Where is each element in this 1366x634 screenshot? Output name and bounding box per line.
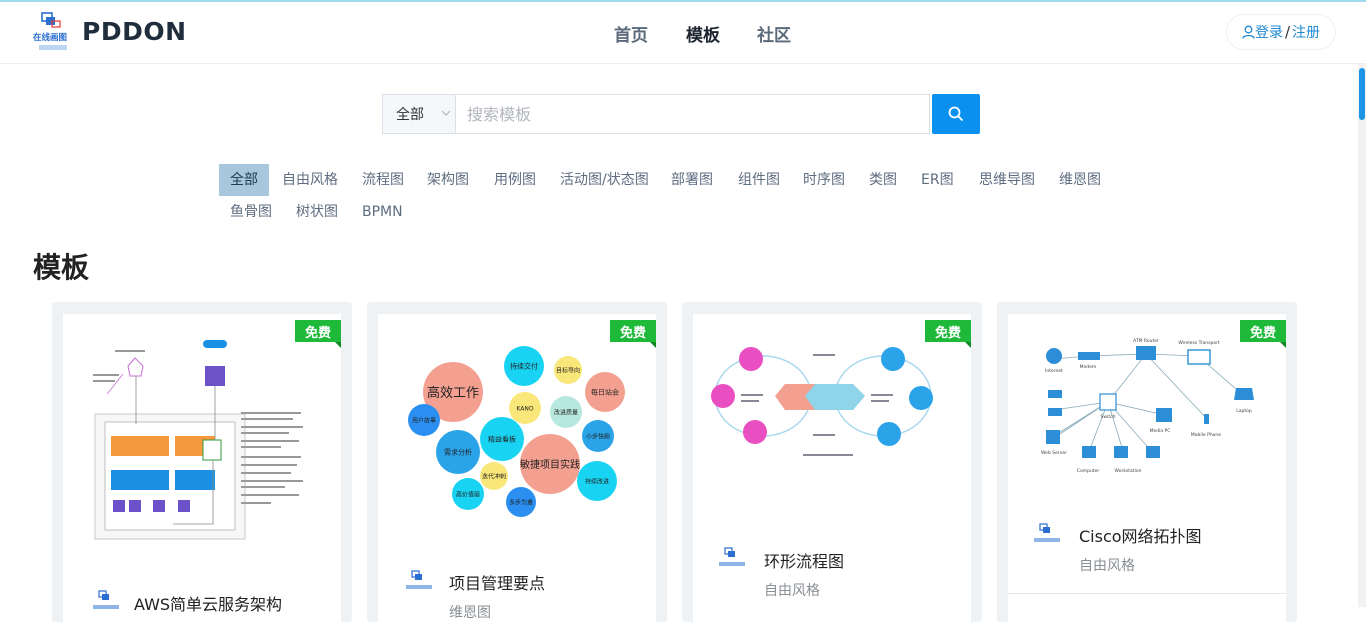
search-input[interactable] xyxy=(455,94,930,134)
template-card-body: 高效工作 持续交付 目标导向每日站会 KANO 改进质量用户故事精益看板敏捷项目实践 小步… xyxy=(378,314,656,634)
bubble-label: KANO xyxy=(516,405,533,412)
template-card-body: 免费 环形流程图 自由风格 xyxy=(693,314,971,634)
network-node-label: ATM Router xyxy=(1133,338,1159,344)
bubble-label: 持续交付 xyxy=(510,362,538,371)
category-usecase[interactable]: 用例图 xyxy=(494,164,536,196)
template-author-icon xyxy=(93,590,119,609)
template-card[interactable]: 高效工作 持续交付 目标导向每日站会 KANO 改进质量用户故事精益看板敏捷项目实践 小步… xyxy=(367,302,667,634)
free-badge: 免费 xyxy=(925,320,971,348)
site-logo[interactable]: 在线画图 xyxy=(32,12,72,54)
bubble-label: 精益看板 xyxy=(488,435,516,444)
category-er[interactable]: ER图 xyxy=(921,164,954,196)
user-icon xyxy=(1242,25,1255,39)
nav-templates[interactable]: 模板 xyxy=(686,21,720,46)
network-node-label: Mobile Phone xyxy=(1191,432,1221,438)
template-category: 维恩图 xyxy=(449,605,491,621)
bubble-label: 每日站会 xyxy=(591,388,619,397)
network-node-label: Computer xyxy=(1077,468,1100,474)
auth-box: 登录 / 注册 xyxy=(1226,14,1336,50)
category-deployment[interactable]: 部署图 xyxy=(671,164,713,196)
search-scope-value: 全部 xyxy=(396,107,424,123)
nav-home[interactable]: 首页 xyxy=(614,21,648,46)
network-node-label: Workstation xyxy=(1115,468,1142,474)
template-card-body: Internet Modem ATM Router Wireless Transpor… xyxy=(1008,314,1286,634)
bubble-label: 需求分析 xyxy=(444,448,472,457)
category-freestyle[interactable]: 自由风格 xyxy=(282,164,338,196)
template-thumbnail: 高效工作 持续交付 目标导向每日站会 KANO 改进质量用户故事精益看板敏捷项目实践 小步… xyxy=(378,314,656,544)
free-badge: 免费 xyxy=(610,320,656,348)
search-button[interactable] xyxy=(932,94,980,134)
search-scope-select[interactable]: 全部 xyxy=(382,94,456,134)
template-thumbnail xyxy=(693,314,971,519)
category-tree[interactable]: 树状图 xyxy=(296,196,338,228)
scrollbar-thumb[interactable] xyxy=(1359,68,1365,120)
top-header: 在线画图 PDDON 首页 模板 社区 登录 / 注册 xyxy=(0,2,1366,64)
template-card[interactable]: 免费 AWS简单云服务架构 xyxy=(52,302,352,634)
template-author-icon xyxy=(406,570,432,589)
auth-separator: / xyxy=(1284,23,1291,41)
login-link[interactable]: 登录 xyxy=(1255,22,1283,42)
category-all[interactable]: 全部 xyxy=(219,164,269,196)
network-node-label: Wireless Transport xyxy=(1178,340,1220,346)
category-component[interactable]: 组件图 xyxy=(738,164,780,196)
template-title[interactable]: 环形流程图 xyxy=(764,548,844,572)
template-title[interactable]: Cisco网络拓扑图 xyxy=(1079,523,1202,547)
template-author-icon xyxy=(1034,523,1060,542)
brand-name[interactable]: PDDON xyxy=(82,17,187,46)
bubble-label: 多步为重 xyxy=(509,498,533,506)
bubble-label: 用户故事 xyxy=(412,416,436,424)
category-sequence[interactable]: 时序图 xyxy=(803,164,845,196)
logo-text: 在线画图 xyxy=(33,32,67,43)
network-node-label: Modem xyxy=(1080,364,1097,370)
category-fishbone[interactable]: 鱼骨图 xyxy=(230,196,272,228)
category-mindmap[interactable]: 思维导图 xyxy=(979,164,1035,196)
template-title[interactable]: 项目管理要点 xyxy=(449,570,545,594)
category-flowchart[interactable]: 流程图 xyxy=(362,164,404,196)
bubble-label: 持续改进 xyxy=(585,477,609,485)
network-node-label: Web Server xyxy=(1041,450,1067,456)
template-author-icon xyxy=(719,547,745,566)
search-icon xyxy=(948,106,964,122)
bubble-label: 敏捷项目实践 xyxy=(520,458,580,471)
category-bpmn[interactable]: BPMN xyxy=(362,196,403,228)
section-title: 模板 xyxy=(33,251,90,284)
bubble-label: 高价值驱 xyxy=(456,490,480,498)
template-card-body: 免费 AWS简单云服务架构 xyxy=(63,314,341,634)
template-card[interactable]: Internet Modem ATM Router Wireless Transpor… xyxy=(997,302,1297,634)
free-badge: 免费 xyxy=(295,320,341,348)
category-architecture[interactable]: 架构图 xyxy=(427,164,469,196)
bubble-label: 迭代冲刺 xyxy=(482,472,506,480)
category-venn[interactable]: 维恩图 xyxy=(1059,164,1101,196)
bubble-label: 小步快跑 xyxy=(586,432,610,440)
network-node-label: Switch xyxy=(1101,414,1116,420)
network-node-label: Media PC xyxy=(1150,428,1171,434)
bubble-label: 改进质量 xyxy=(554,408,578,416)
nav-community[interactable]: 社区 xyxy=(757,21,791,46)
register-link[interactable]: 注册 xyxy=(1292,22,1320,42)
template-title[interactable]: AWS简单云服务架构 xyxy=(134,591,282,615)
template-category: 自由风格 xyxy=(764,583,820,599)
template-category: 自由风格 xyxy=(1079,558,1135,574)
chevron-down-icon xyxy=(441,110,451,116)
card-divider xyxy=(1008,593,1286,594)
template-thumbnail xyxy=(63,314,341,564)
free-badge: 免费 xyxy=(1240,320,1286,348)
bubble-label: 高效工作 xyxy=(427,385,479,401)
bubble-label: 目标导向 xyxy=(556,366,580,374)
template-card[interactable]: 免费 环形流程图 自由风格 xyxy=(682,302,982,634)
scrollbar-track[interactable] xyxy=(1358,64,1366,607)
category-class[interactable]: 类图 xyxy=(869,164,897,196)
network-node-label: Internet xyxy=(1045,368,1063,374)
category-activity-state[interactable]: 活动图/状态图 xyxy=(560,164,649,196)
network-node-label: Laptop xyxy=(1236,408,1252,414)
